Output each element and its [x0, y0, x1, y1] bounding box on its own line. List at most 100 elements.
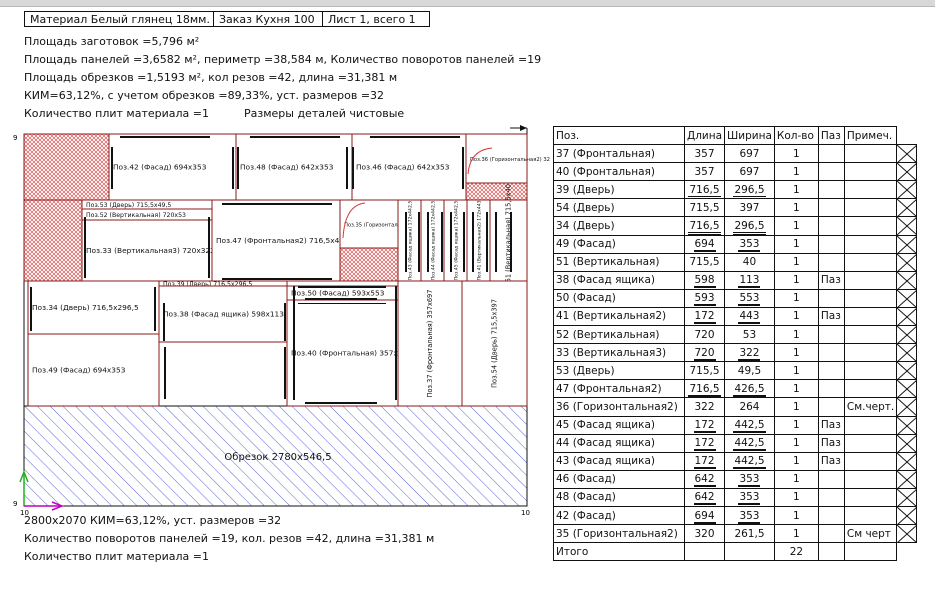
- total-qty: 22: [773, 542, 819, 562]
- cell-pos: 42 (Фасад): [553, 505, 685, 526]
- table-row[interactable]: 45 (Фасад ящика) 172 442,5 1 Паз: [553, 415, 918, 435]
- cell-groove: [817, 505, 845, 526]
- cross-icon: [897, 289, 918, 308]
- cross-icon: [897, 470, 918, 489]
- cell-groove: [817, 361, 845, 381]
- panel-label: Поз.46 (Фасад) 642x353: [356, 163, 450, 172]
- table-row[interactable]: 44 (Фасад ящика) 172 442,5 1 Паз: [553, 433, 918, 453]
- panel-label: Поз.52 (Вертикальная) 720x53: [86, 212, 186, 219]
- cell-pos: 36 (Горизонтальная2): [553, 397, 685, 417]
- cross-cell: [896, 379, 918, 399]
- table-row[interactable]: 52 (Вертикальная) 720 53 1: [553, 325, 918, 345]
- table-row[interactable]: 35 (Горизонтальная2) 320 261,5 1 См черт: [553, 524, 918, 544]
- cell-qty: 1: [773, 487, 819, 507]
- cell-groove: [817, 288, 845, 308]
- offcut-label: Обрезок 2780x546,5: [224, 452, 331, 463]
- cell-length: 716,5: [683, 180, 726, 200]
- cell-pos: 44 (Фасад ящика): [553, 433, 685, 453]
- sheet-mark-bottom-right: 10: [521, 509, 530, 517]
- cell-note: [843, 180, 898, 200]
- table-row[interactable]: 43 (Фасад ящика) 172 442,5 1 Паз: [553, 451, 918, 471]
- cell-note: [843, 198, 898, 218]
- cell-qty: 1: [773, 306, 819, 327]
- cross-cell: [896, 343, 918, 363]
- table-row[interactable]: 37 (Фронтальная) 357 697 1: [553, 144, 918, 164]
- cell-qty: 1: [773, 198, 819, 218]
- cross-icon: [897, 525, 918, 544]
- panel-label: Поз.47 (Фронтальная2) 716,5x426,5: [216, 236, 356, 245]
- cell-pos: 33 (Вертикальная3): [553, 343, 685, 363]
- cell-qty: 1: [773, 144, 819, 164]
- table-row[interactable]: 53 (Дверь) 715,5 49,5 1: [553, 361, 918, 381]
- panel-label: Поз.33 (Вертикальная3) 720x322: [86, 246, 215, 255]
- cross-icon: [897, 271, 918, 290]
- cell-note: [843, 306, 898, 327]
- cell-note: [843, 252, 898, 272]
- cell-qty: 1: [773, 252, 819, 272]
- cell-pos: 46 (Фасад): [553, 469, 685, 489]
- parts-table: Поз. Длина Ширина Кол-во Паз Примеч. 37 …: [553, 125, 918, 562]
- panel-label: Поз.45 (Фасад ящика) 172x442,5: [454, 201, 460, 281]
- cell-note: [843, 415, 898, 435]
- cell-pos: 45 (Фасад ящика): [553, 415, 685, 435]
- cell-note: [843, 379, 898, 399]
- cell-note: [843, 162, 898, 182]
- panel-label: Поз.49 (Фасад) 694x353: [32, 366, 126, 375]
- cell-width: 261,5: [724, 524, 775, 544]
- cross-cell: [896, 505, 918, 526]
- cross-icon: [897, 344, 918, 363]
- table-row[interactable]: 36 (Горизонтальная2) 322 264 1 См.черт.: [553, 397, 918, 417]
- table-row[interactable]: 38 (Фасад ящика) 598 113 1 Паз: [553, 270, 918, 290]
- cell-pos: 50 (Фасад): [553, 288, 685, 308]
- table-row[interactable]: 41 (Вертикальная2) 172 443 1 Паз: [553, 306, 918, 327]
- cross-cell: [896, 524, 918, 544]
- cross-cell: [896, 252, 918, 272]
- table-row[interactable]: 54 (Дверь) 715,5 397 1: [553, 198, 918, 218]
- panel-label: Поз.48 (Фасад) 642x353: [240, 163, 334, 172]
- cell-width: 40: [724, 252, 775, 272]
- table-row[interactable]: 33 (Вертикальная3) 720 322 1: [553, 343, 918, 363]
- panel-label: Поз.54 (Дверь) 715,5x397: [491, 299, 499, 388]
- cell-qty: 1: [773, 343, 819, 363]
- cell-length: 593: [683, 288, 726, 308]
- table-row[interactable]: 51 (Вертикальная) 715,5 40 1: [553, 252, 918, 272]
- cutting-layout[interactable]: Обрезок 2780x546,5 Поз.42 (Фасад) 694x35…: [0, 0, 550, 520]
- table-row[interactable]: 49 (Фасад) 694 353 1: [553, 234, 918, 254]
- cell-width: 697: [724, 162, 775, 182]
- cell-groove: [817, 198, 845, 218]
- cell-note: [843, 505, 898, 526]
- table-row[interactable]: 48 (Фасад) 642 353 1: [553, 487, 918, 507]
- cell-note: [843, 343, 898, 363]
- cell-pos: 53 (Дверь): [553, 361, 685, 381]
- header-width: Ширина: [724, 125, 775, 146]
- cell-pos: 39 (Дверь): [553, 180, 685, 200]
- cell-qty: 1: [773, 397, 819, 417]
- table-row[interactable]: 46 (Фасад) 642 353 1: [553, 469, 918, 489]
- cross-icon: [897, 181, 918, 200]
- cell-length: 716,5: [683, 216, 726, 236]
- cross-cell: [896, 144, 918, 164]
- cell-pos: 49 (Фасад): [553, 234, 685, 254]
- cell-width: 53: [724, 325, 775, 345]
- cross-cell: [896, 216, 918, 236]
- table-row[interactable]: 42 (Фасад) 694 353 1: [553, 505, 918, 526]
- table-row[interactable]: 50 (Фасад) 593 553 1: [553, 288, 918, 308]
- cell-pos: 34 (Дверь): [553, 216, 685, 236]
- cross-cell: [896, 451, 918, 471]
- cell-width: 264: [724, 397, 775, 417]
- cell-groove: Паз: [817, 433, 845, 453]
- cell-qty: 1: [773, 524, 819, 544]
- cell-width: 322: [724, 343, 775, 363]
- cell-width: 353: [724, 505, 775, 526]
- cell-groove: [817, 180, 845, 200]
- cell-length: 642: [683, 487, 726, 507]
- table-row[interactable]: 34 (Дверь) 716,5 296,5 1: [553, 216, 918, 236]
- cell-width: 49,5: [724, 361, 775, 381]
- panel-label: Поз.40 (Фронтальная) 357x697: [291, 349, 412, 358]
- table-row[interactable]: 47 (Фронтальная2) 716,5 426,5 1: [553, 379, 918, 399]
- cell-note: [843, 270, 898, 290]
- cell-pos: 35 (Горизонтальная2): [553, 524, 685, 544]
- table-row[interactable]: 39 (Дверь) 716,5 296,5 1: [553, 180, 918, 200]
- header-length: Длина: [683, 125, 726, 146]
- table-row[interactable]: 40 (Фронтальная) 357 697 1: [553, 162, 918, 182]
